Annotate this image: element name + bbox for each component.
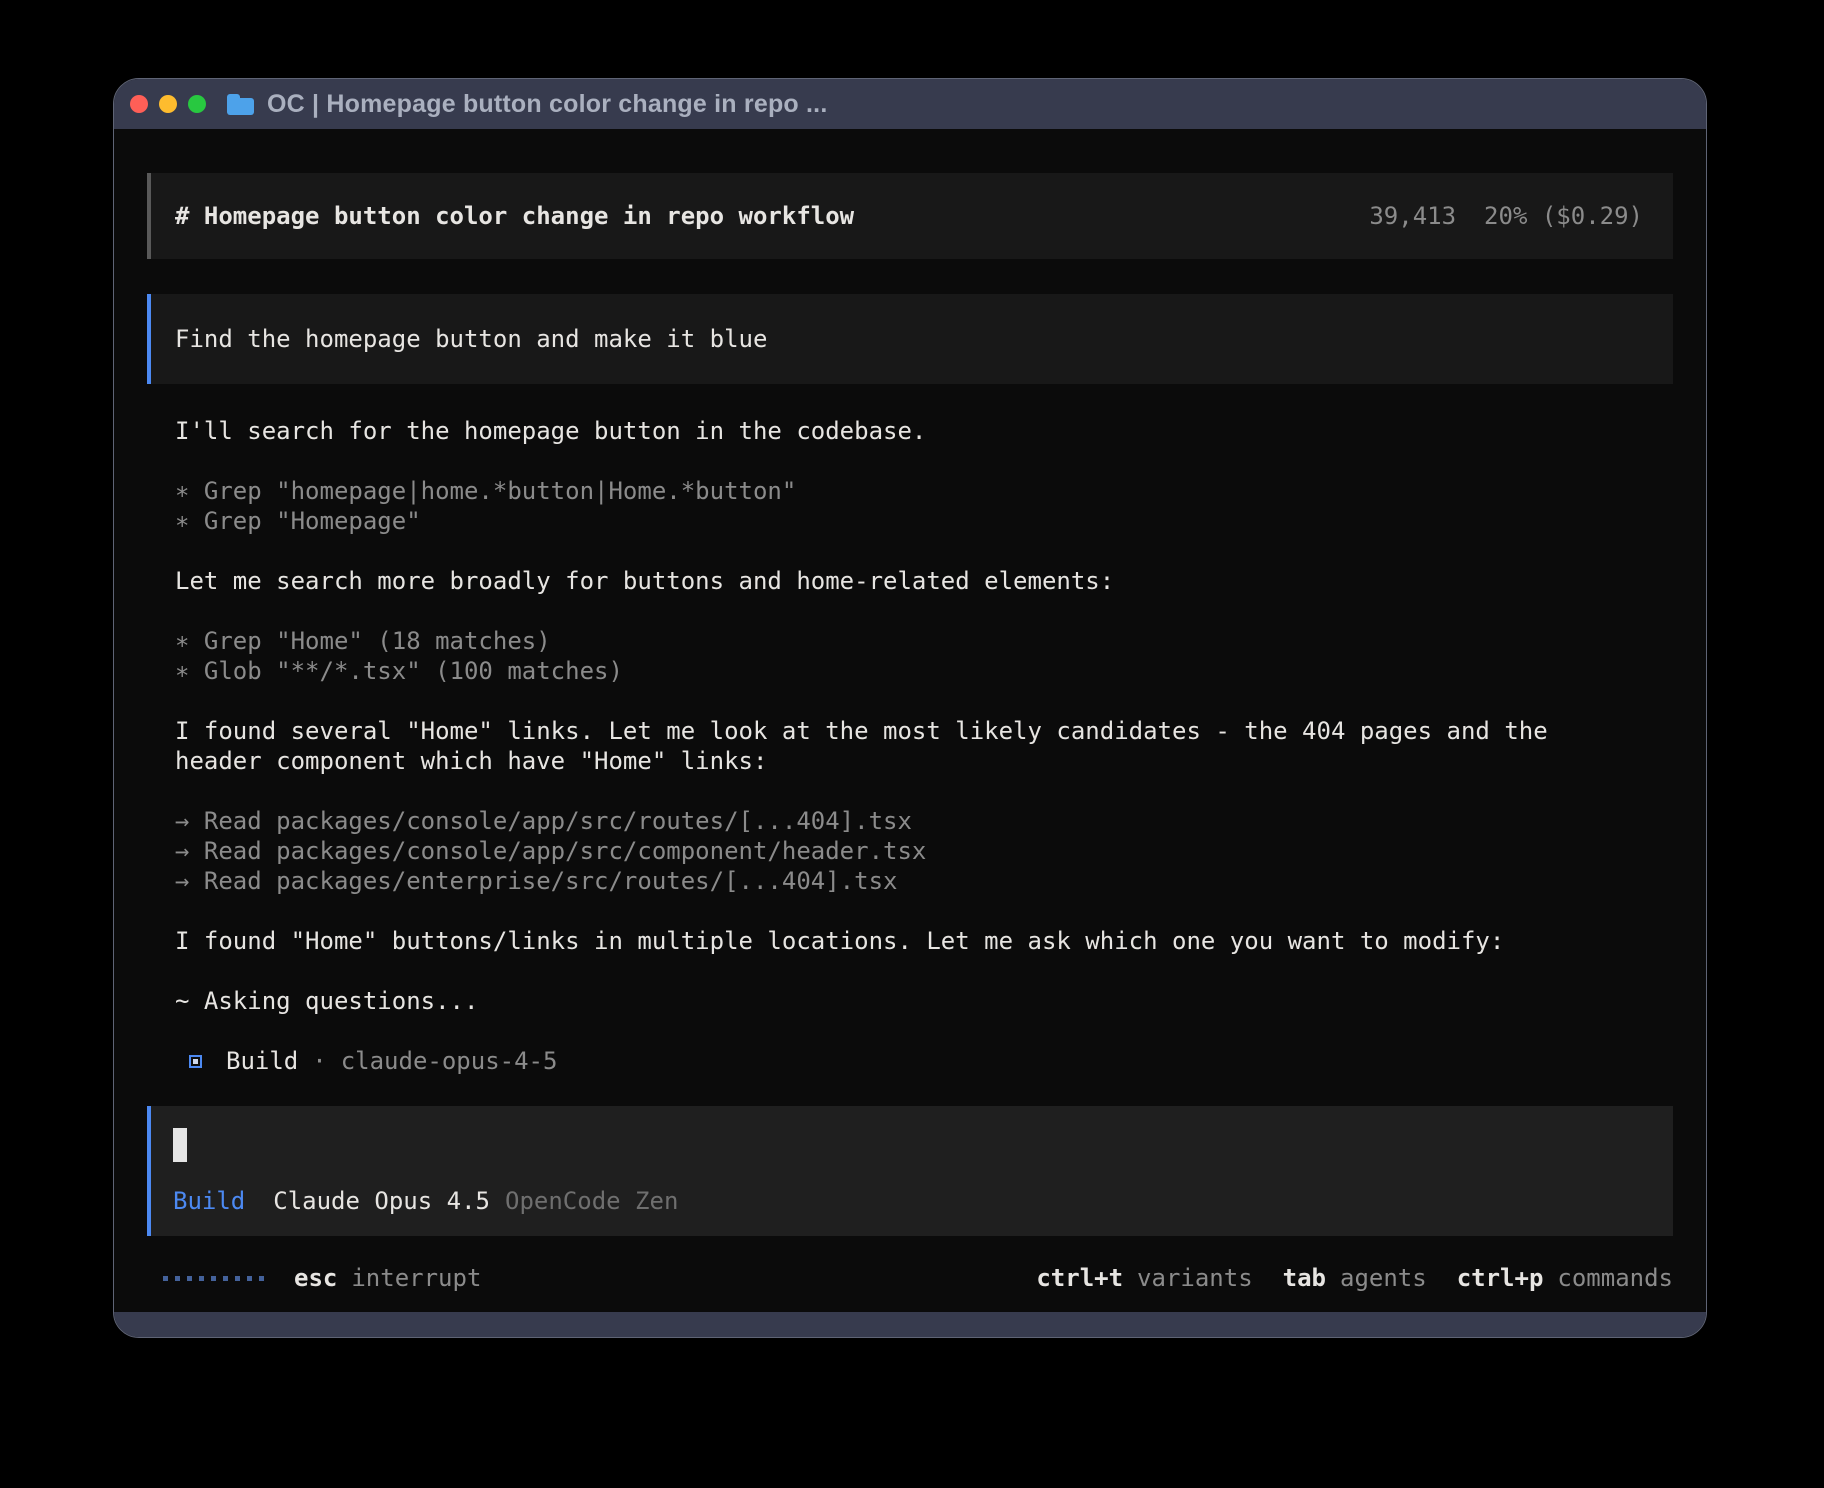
transcript-line: ∗ Grep "homepage|home.*button|Home.*butt… bbox=[175, 476, 1673, 506]
spinner-dot bbox=[259, 1276, 264, 1281]
close-button[interactable] bbox=[130, 95, 148, 113]
agent-model-id: claude-opus-4-5 bbox=[341, 1046, 558, 1076]
transcript-line bbox=[175, 446, 1673, 476]
transcript-line: I found several "Home" links. Let me loo… bbox=[175, 716, 1673, 746]
transcript-line bbox=[175, 956, 1673, 986]
terminal-window: OC | Homepage button color change in rep… bbox=[113, 78, 1707, 1338]
context-usage: 20% ($0.29) bbox=[1484, 202, 1643, 230]
status-bar: esc interrupt ctrl+t variants tab agents… bbox=[147, 1262, 1673, 1294]
assistant-transcript: I'll search for the homepage button in t… bbox=[175, 416, 1673, 1046]
spinner-dot bbox=[163, 1276, 168, 1281]
shortcut-hint: ctrl+p commands bbox=[1457, 1262, 1673, 1294]
transcript-line: Let me search more broadly for buttons a… bbox=[175, 566, 1673, 596]
prompt-input[interactable]: Build Claude Opus 4.5 OpenCode Zen bbox=[147, 1106, 1673, 1236]
window-footer-strip bbox=[114, 1312, 1706, 1337]
transcript-line bbox=[175, 686, 1673, 716]
transcript-line bbox=[175, 536, 1673, 566]
spinner-dot bbox=[223, 1276, 228, 1281]
spinner-dot bbox=[235, 1276, 240, 1281]
shortcut-key: ctrl+p bbox=[1457, 1262, 1544, 1294]
text-cursor bbox=[173, 1128, 187, 1162]
interrupt-key: esc bbox=[294, 1262, 337, 1294]
input-status-line: Build Claude Opus 4.5 OpenCode Zen bbox=[173, 1186, 1649, 1216]
model-name[interactable]: Claude Opus 4.5 bbox=[273, 1186, 490, 1216]
spinner-dot bbox=[247, 1276, 252, 1281]
transcript-line: ∗ Grep "Homepage" bbox=[175, 506, 1673, 536]
shortcut-label: agents bbox=[1340, 1262, 1427, 1294]
build-agent-icon bbox=[189, 1055, 202, 1068]
folder-icon bbox=[227, 94, 254, 115]
shortcut-key: tab bbox=[1283, 1262, 1326, 1294]
spinner-dot bbox=[187, 1276, 192, 1281]
status-left: esc interrupt bbox=[147, 1262, 481, 1294]
transcript-line: I'll search for the homepage button in t… bbox=[175, 416, 1673, 446]
transcript-line bbox=[175, 896, 1673, 926]
transcript-line: I found "Home" buttons/links in multiple… bbox=[175, 926, 1673, 956]
transcript-line: header component which have "Home" links… bbox=[175, 746, 1673, 776]
user-message: Find the homepage button and make it blu… bbox=[147, 294, 1673, 384]
window-titlebar[interactable]: OC | Homepage button color change in rep… bbox=[114, 79, 1706, 129]
token-count: 39,413 bbox=[1369, 202, 1456, 230]
window-title: OC | Homepage button color change in rep… bbox=[267, 90, 827, 119]
agent-status-row: Build · claude-opus-4-5 bbox=[175, 1046, 1673, 1076]
transcript-line: → Read packages/enterprise/src/routes/[.… bbox=[175, 866, 1673, 896]
session-usage: 39,413 20% ($0.29) bbox=[1369, 202, 1643, 230]
transcript-line bbox=[175, 596, 1673, 626]
transcript-line bbox=[175, 1016, 1673, 1046]
status-shortcuts: ctrl+t variants tab agents ctrl+p comman… bbox=[1036, 1262, 1673, 1294]
transcript-line: ∗ Grep "Home" (18 matches) bbox=[175, 626, 1673, 656]
agent-badge[interactable]: Build bbox=[173, 1186, 245, 1216]
agent-model-separator: · bbox=[312, 1046, 326, 1076]
shortcut-label: variants bbox=[1137, 1262, 1253, 1294]
session-header: # Homepage button color change in repo w… bbox=[147, 173, 1673, 259]
traffic-lights bbox=[130, 95, 206, 113]
shortcut-hint: ctrl+t variants bbox=[1036, 1262, 1252, 1294]
zoom-button[interactable] bbox=[188, 95, 206, 113]
provider-name: OpenCode Zen bbox=[505, 1186, 678, 1216]
terminal-content: # Homepage button color change in repo w… bbox=[114, 129, 1706, 1312]
spinner-dot bbox=[211, 1276, 216, 1281]
transcript-line: ~ Asking questions... bbox=[175, 986, 1673, 1016]
transcript-line bbox=[175, 776, 1673, 806]
spinner-dot bbox=[199, 1276, 204, 1281]
session-title: # Homepage button color change in repo w… bbox=[175, 202, 854, 230]
shortcut-hint: tab agents bbox=[1283, 1262, 1427, 1294]
spinner-dots bbox=[163, 1276, 264, 1281]
user-message-text: Find the homepage button and make it blu… bbox=[175, 325, 767, 353]
agent-name: Build bbox=[226, 1046, 298, 1076]
transcript-line: → Read packages/console/app/src/componen… bbox=[175, 836, 1673, 866]
minimize-button[interactable] bbox=[159, 95, 177, 113]
shortcut-key: ctrl+t bbox=[1036, 1262, 1123, 1294]
interrupt-label: interrupt bbox=[351, 1262, 481, 1294]
spinner-dot bbox=[175, 1276, 180, 1281]
shortcut-label: commands bbox=[1557, 1262, 1673, 1294]
transcript-line: → Read packages/console/app/src/routes/[… bbox=[175, 806, 1673, 836]
transcript-line: ∗ Glob "**/*.tsx" (100 matches) bbox=[175, 656, 1673, 686]
